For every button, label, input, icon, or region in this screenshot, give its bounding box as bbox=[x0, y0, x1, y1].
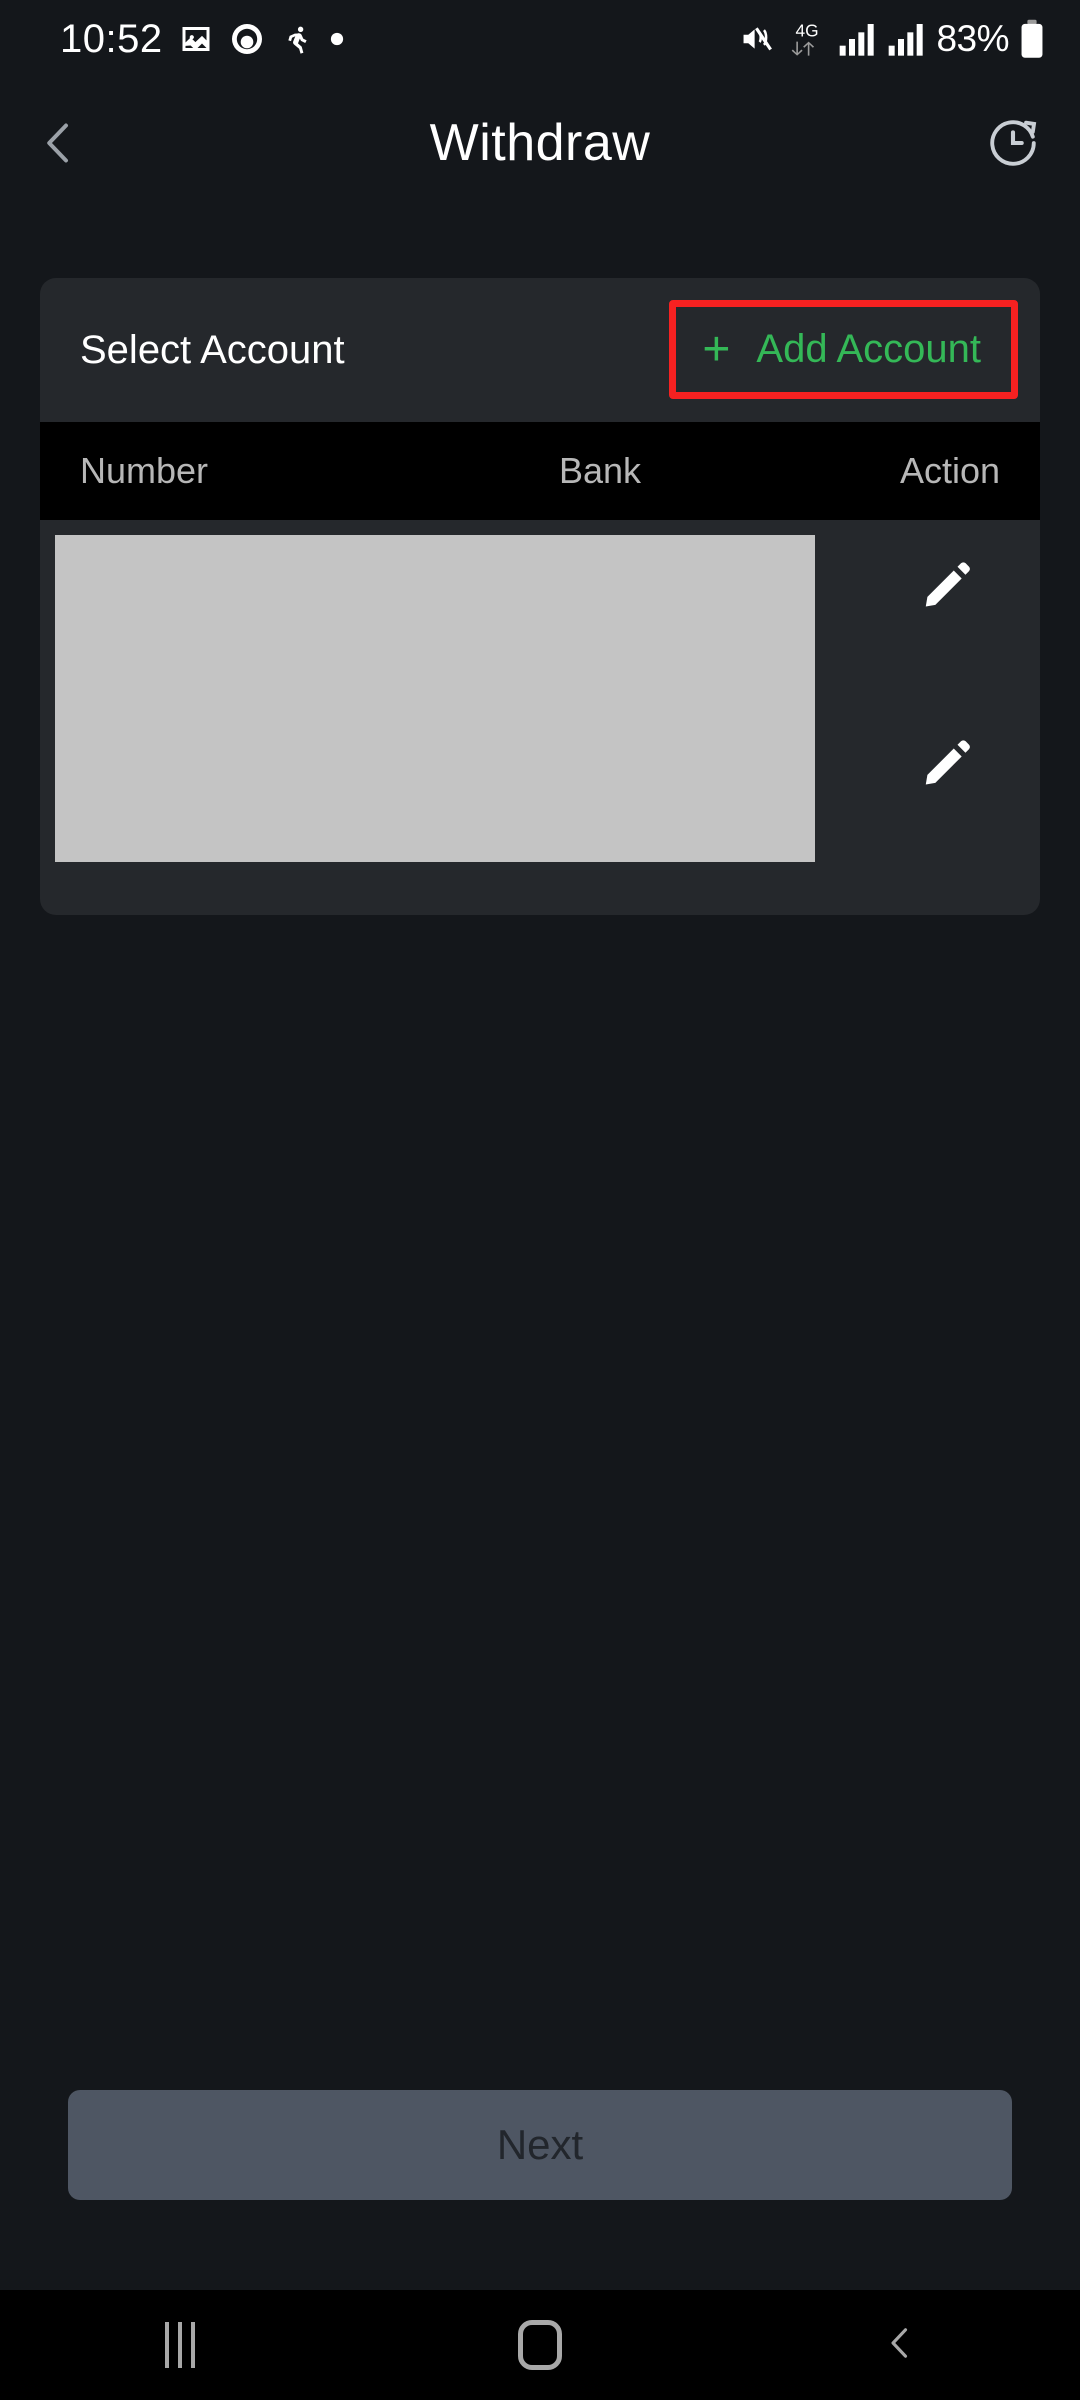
status-bar: 10:52 4G 83% bbox=[0, 0, 1080, 78]
person-icon bbox=[280, 21, 314, 57]
select-account-header: Select Account + Add Account bbox=[40, 278, 1040, 422]
signal-bars-icon bbox=[838, 22, 878, 56]
column-header-bank: Bank bbox=[558, 450, 642, 491]
app-screen: 10:52 4G 83% Withdraw Select Account + A… bbox=[0, 0, 1080, 2400]
select-account-label: Select Account bbox=[80, 327, 345, 372]
status-bar-clock: 10:52 bbox=[60, 16, 163, 61]
select-account-card: Select Account + Add Account Number Bank… bbox=[40, 278, 1040, 915]
add-account-button[interactable]: + Add Account bbox=[676, 307, 1011, 392]
next-button[interactable]: Next bbox=[68, 2090, 1012, 2200]
nav-home-button[interactable] bbox=[460, 2290, 620, 2400]
pencil-edit-icon bbox=[919, 735, 975, 796]
action-column bbox=[815, 520, 1040, 915]
status-bar-left: 10:52 bbox=[60, 17, 345, 62]
battery-percent-label: 83% bbox=[936, 18, 1009, 59]
pencil-edit-icon bbox=[919, 557, 975, 618]
android-nav-bar bbox=[0, 2290, 1080, 2400]
svg-text:4G: 4G bbox=[796, 20, 819, 40]
add-account-label: Add Account bbox=[756, 327, 981, 371]
circle-record-icon bbox=[229, 21, 265, 57]
data-transfer-icon: 4G bbox=[785, 19, 829, 59]
nav-recents-button[interactable] bbox=[100, 2290, 260, 2400]
add-account-highlight: + Add Account bbox=[669, 300, 1018, 399]
battery-icon bbox=[1018, 19, 1046, 59]
recents-bars-icon bbox=[165, 2322, 195, 2368]
edit-account-button-2[interactable] bbox=[912, 730, 982, 800]
plus-icon: + bbox=[702, 322, 731, 376]
column-header-action: Action bbox=[899, 450, 1000, 491]
accounts-table-body bbox=[40, 520, 1040, 915]
page-title: Withdraw bbox=[429, 114, 651, 172]
status-bar-right: 4G 83% bbox=[738, 18, 1046, 60]
home-square-icon bbox=[518, 2320, 562, 2370]
history-clock-icon bbox=[984, 114, 1042, 177]
nav-back-chevron-icon bbox=[878, 2318, 922, 2373]
edit-account-button-1[interactable] bbox=[912, 552, 982, 622]
signal-bars-2-icon bbox=[887, 22, 927, 56]
mute-icon bbox=[738, 20, 776, 58]
image-icon bbox=[178, 21, 214, 57]
redacted-account-details bbox=[55, 535, 815, 862]
accounts-table-header: Number Bank Action bbox=[40, 422, 1040, 520]
column-header-number: Number bbox=[80, 450, 209, 491]
dot-icon bbox=[329, 31, 345, 47]
nav-back-button[interactable] bbox=[820, 2290, 980, 2400]
history-button[interactable] bbox=[968, 100, 1058, 190]
app-header: Withdraw bbox=[0, 78, 1080, 208]
